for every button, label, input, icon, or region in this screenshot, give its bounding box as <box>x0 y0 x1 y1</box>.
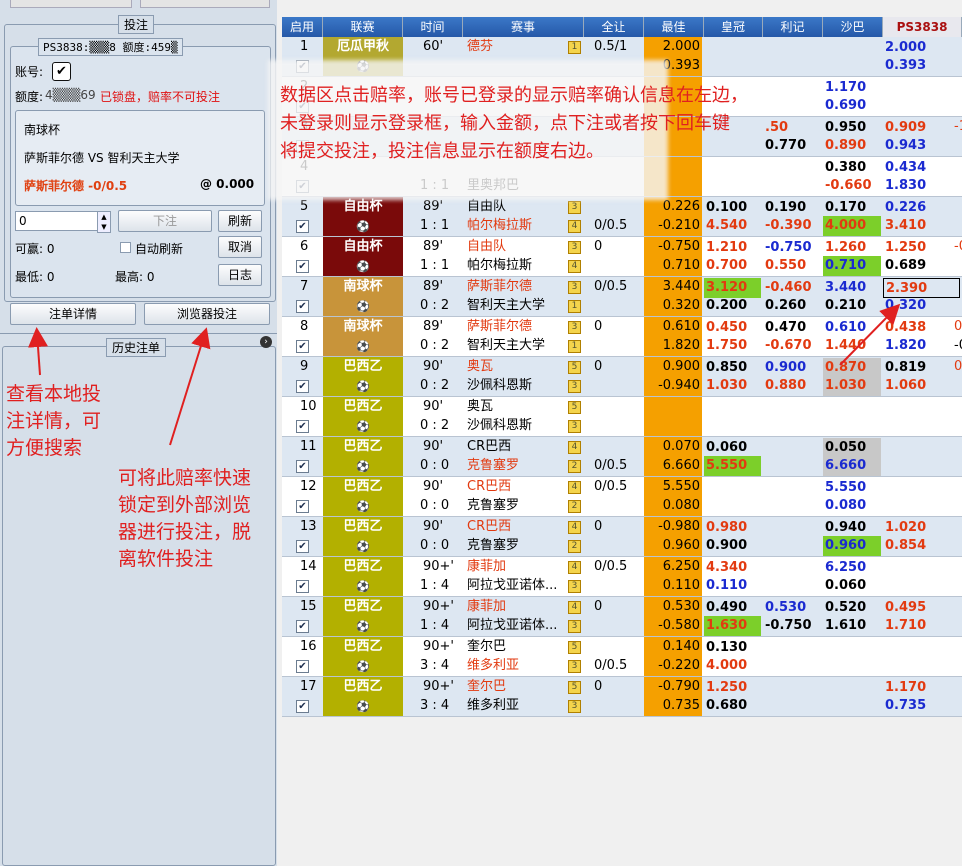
arrow-to-browser-bet <box>169 327 211 446</box>
annotation-arrows <box>28 303 901 446</box>
arrow-to-order-detail <box>28 327 48 376</box>
arrow-to-odds <box>839 303 901 366</box>
